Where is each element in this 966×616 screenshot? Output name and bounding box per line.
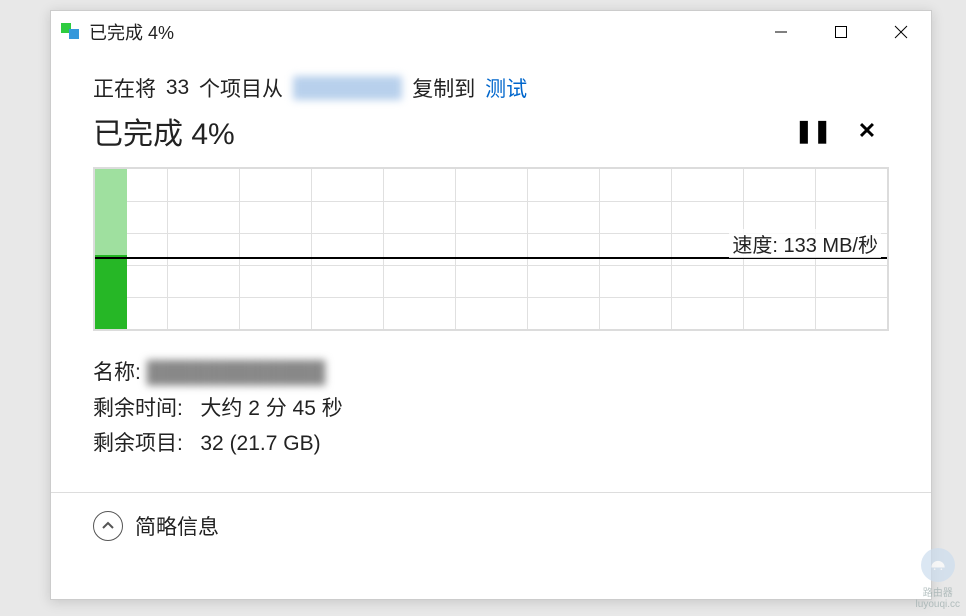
progress-title: 已完成 4% <box>93 109 781 153</box>
items-from-text: 个项目从 <box>199 73 283 103</box>
name-label: 名称: <box>93 361 141 384</box>
pause-button[interactable]: ❚❚ <box>791 109 835 153</box>
footer: 简略信息 <box>93 493 889 541</box>
close-icon: ✕ <box>858 118 876 144</box>
items-remaining-value: 32 (21.7 GB) <box>200 432 320 455</box>
file-copy-dialog: 已完成 4% 正在将 33 个项目从 ████ 复制到 测试 <box>50 10 932 600</box>
speed-chart: 速度: 133 MB/秒 <box>93 167 889 331</box>
detail-name-row: 名称: ████████████ <box>93 355 889 391</box>
progress-row: 已完成 4% ❚❚ ✕ <box>93 109 889 153</box>
cancel-button[interactable]: ✕ <box>845 109 889 153</box>
close-button[interactable] <box>871 11 931 53</box>
minimize-button[interactable] <box>751 11 811 53</box>
time-remaining-label: 剩余时间: <box>93 397 183 420</box>
transfer-details: 名称: ████████████ 剩余时间: 大约 2 分 45 秒 剩余项目:… <box>93 355 889 462</box>
titlebar: 已完成 4% <box>51 11 931 53</box>
collapse-toggle[interactable] <box>93 511 123 541</box>
copy-to-text: 复制到 <box>412 73 475 103</box>
window-title: 已完成 4% <box>89 19 174 45</box>
name-value: ████████████ <box>147 361 326 384</box>
detail-time-row: 剩余时间: 大约 2 分 45 秒 <box>93 391 889 427</box>
copy-icon <box>61 23 81 41</box>
source-location[interactable]: ████ <box>293 76 403 100</box>
speed-label: 速度: 133 MB/秒 <box>729 229 881 258</box>
copy-prefix: 正在将 <box>93 73 156 103</box>
items-remaining-label: 剩余项目: <box>93 432 183 455</box>
pause-icon: ❚❚ <box>795 118 832 144</box>
collapse-label[interactable]: 简略信息 <box>135 511 219 541</box>
maximize-button[interactable] <box>811 11 871 53</box>
item-count: 33 <box>166 76 189 100</box>
copy-description: 正在将 33 个项目从 ████ 复制到 测试 <box>93 73 889 103</box>
watermark-sub: luyouqi.cc <box>916 599 960 610</box>
time-remaining-value: 大约 2 分 45 秒 <box>200 397 342 420</box>
destination-link[interactable]: 测试 <box>485 73 527 103</box>
chevron-up-icon <box>101 519 115 533</box>
dialog-body: 正在将 33 个项目从 ████ 复制到 测试 已完成 4% ❚❚ ✕ 速 <box>51 53 931 541</box>
detail-items-row: 剩余项目: 32 (21.7 GB) <box>93 426 889 462</box>
